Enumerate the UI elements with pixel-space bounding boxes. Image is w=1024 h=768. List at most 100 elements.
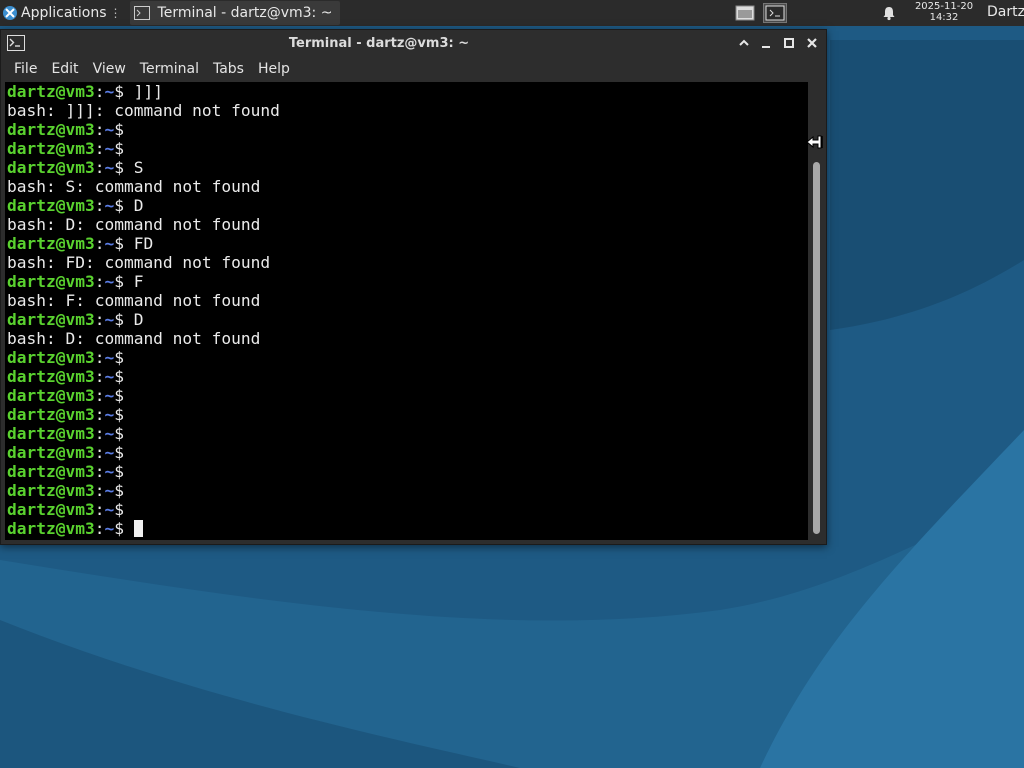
prompt-path: ~ (104, 405, 115, 424)
workspace-2-button[interactable] (763, 3, 787, 23)
prompt-path: ~ (104, 462, 115, 481)
prompt-path: ~ (104, 310, 115, 329)
terminal-prompt-line: dartz@vm3:~$ (7, 462, 808, 481)
terminal-prompt-line: dartz@vm3:~$ ]]] (7, 82, 808, 101)
terminal-prompt-line: dartz@vm3:~$ (7, 139, 808, 158)
prompt-separator: : (94, 443, 105, 462)
output-text: bash: S: command not found (7, 177, 261, 196)
terminal-output-line: bash: D: command not found (7, 215, 808, 234)
terminal-prompt-line: dartz@vm3:~$ (7, 424, 808, 443)
scrollbar-thumb[interactable] (813, 162, 820, 534)
terminal-prompt-line: dartz@vm3:~$ D (7, 196, 808, 215)
minimize-icon[interactable] (759, 36, 773, 50)
menu-tabs[interactable]: Tabs (206, 61, 251, 77)
prompt-separator: : (94, 272, 105, 291)
prompt-user-host: dartz@vm3 (7, 234, 95, 253)
prompt-command: S (123, 158, 144, 177)
prompt-separator: : (94, 424, 105, 443)
applications-menu-button[interactable]: Applications ⋮ (0, 0, 126, 26)
prompt-command: D (123, 196, 144, 215)
terminal-cursor (133, 520, 143, 537)
output-text: bash: ]]]: command not found (7, 101, 280, 120)
window-title: Terminal - dartz@vm3: ~ (288, 36, 470, 51)
terminal-output-line: bash: ]]]: command not found (7, 101, 808, 120)
menu-edit[interactable]: Edit (44, 61, 85, 77)
prompt-path: ~ (104, 82, 115, 101)
applications-label: Applications (21, 5, 107, 21)
terminal-output[interactable]: dartz@vm3:~$ ]]] bash: ]]]: command not f… (5, 82, 808, 540)
terminal-prompt-line: dartz@vm3:~$ (7, 500, 808, 519)
terminal-prompt-line: dartz@vm3:~$ (7, 481, 808, 500)
prompt-path: ~ (104, 196, 115, 215)
prompt-user-host: dartz@vm3 (7, 424, 95, 443)
close-icon[interactable] (805, 36, 819, 50)
prompt-user-host: dartz@vm3 (7, 158, 95, 177)
terminal-prompt-line: dartz@vm3:~$ F (7, 272, 808, 291)
prompt-separator: : (94, 462, 105, 481)
prompt-user-host: dartz@vm3 (7, 481, 95, 500)
output-text: bash: D: command not found (7, 329, 261, 348)
prompt-path: ~ (104, 500, 115, 519)
taskbar-terminal-label: Terminal - dartz@vm3: ~ (157, 5, 333, 21)
prompt-separator: : (94, 82, 105, 101)
prompt-command (124, 519, 134, 538)
terminal-output-line: bash: S: command not found (7, 177, 808, 196)
prompt-separator: : (94, 405, 105, 424)
resize-pointer-icon (806, 135, 823, 149)
prompt-separator: : (94, 234, 105, 253)
menu-file[interactable]: File (7, 61, 44, 77)
maximize-icon[interactable] (782, 36, 796, 50)
prompt-symbol: $ (114, 234, 124, 253)
terminal-prompt-line: dartz@vm3:~$ (7, 405, 808, 424)
menu-view[interactable]: View (86, 61, 133, 77)
terminal-prompt-line: dartz@vm3:~$ (7, 367, 808, 386)
terminal-output-line: bash: FD: command not found (7, 253, 808, 272)
taskbar-terminal-button[interactable]: Terminal - dartz@vm3: ~ (129, 1, 341, 25)
prompt-command: FD (123, 234, 154, 253)
prompt-path: ~ (104, 367, 115, 386)
prompt-user-host: dartz@vm3 (7, 519, 95, 538)
prompt-user-host: dartz@vm3 (7, 272, 95, 291)
shade-icon[interactable] (737, 36, 751, 50)
prompt-user-host: dartz@vm3 (7, 405, 95, 424)
menu-terminal[interactable]: Terminal (133, 61, 206, 77)
clock-date: 2025-11-20 (914, 1, 974, 12)
clock[interactable]: 2025-11-20 14:32 (908, 1, 980, 23)
terminal-icon (765, 5, 785, 21)
terminal-prompt-line: dartz@vm3:~$ FD (7, 234, 808, 253)
menu-help[interactable]: Help (251, 61, 297, 77)
prompt-user-host: dartz@vm3 (7, 500, 95, 519)
prompt-path: ~ (104, 386, 115, 405)
prompt-user-host: dartz@vm3 (7, 443, 95, 462)
prompt-separator: : (94, 481, 105, 500)
terminal-prompt-line: dartz@vm3:~$ (7, 519, 808, 538)
prompt-separator: : (94, 158, 105, 177)
workspace-1-button[interactable] (733, 3, 757, 23)
prompt-symbol: $ (114, 519, 124, 538)
prompt-path: ~ (104, 158, 115, 177)
workspace-icon (735, 5, 755, 21)
prompt-path: ~ (104, 120, 115, 139)
user-menu[interactable]: Dartz (987, 4, 1024, 20)
prompt-user-host: dartz@vm3 (7, 462, 95, 481)
prompt-path: ~ (104, 272, 115, 291)
prompt-separator: : (94, 367, 105, 386)
prompt-path: ~ (104, 348, 115, 367)
terminal-prompt-line: dartz@vm3:~$ S (7, 158, 808, 177)
terminal-window: Terminal - dartz@vm3: ~ File Edit View T… (0, 29, 827, 545)
prompt-path: ~ (104, 443, 115, 462)
prompt-user-host: dartz@vm3 (7, 139, 95, 158)
prompt-symbol: $ (114, 405, 124, 424)
top-panel: Applications ⋮ Terminal - dartz@vm3: ~ 2… (0, 0, 1024, 26)
terminal-prompt-line: dartz@vm3:~$ (7, 386, 808, 405)
output-text: bash: D: command not found (7, 215, 261, 234)
prompt-symbol: $ (114, 443, 124, 462)
output-text: bash: FD: command not found (7, 253, 271, 272)
window-titlebar[interactable]: Terminal - dartz@vm3: ~ (1, 30, 826, 57)
terminal-prompt-line: dartz@vm3:~$ D (7, 310, 808, 329)
prompt-separator: : (94, 386, 105, 405)
notification-bell-icon[interactable] (881, 5, 897, 21)
prompt-path: ~ (104, 234, 115, 253)
output-text: bash: F: command not found (7, 291, 261, 310)
prompt-command: F (123, 272, 144, 291)
